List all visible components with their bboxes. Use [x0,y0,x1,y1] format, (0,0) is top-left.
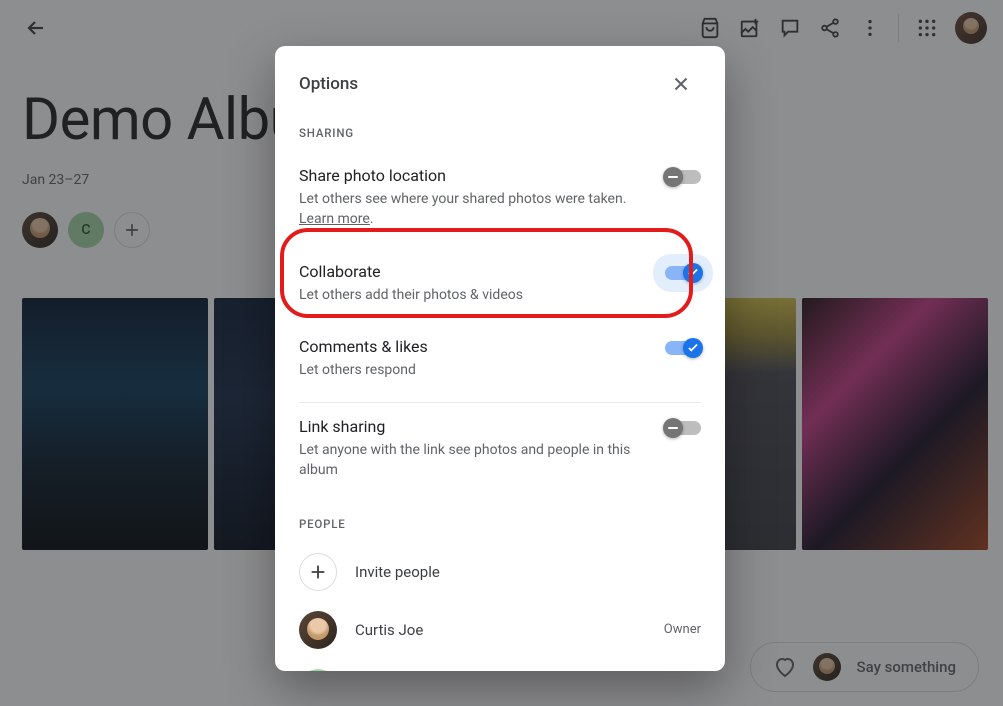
check-icon [686,341,700,355]
person-role: Owner [664,622,701,637]
option-title: Share photo location [299,166,649,185]
option-desc: Let anyone with the link see photos and … [299,440,649,481]
section-label-people: PEOPLE [299,517,701,531]
section-label-sharing: SHARING [299,126,701,140]
option-title: Collaborate [299,262,649,281]
option-desc: Let others add their photos & videos [299,285,649,305]
toggle-collaborate[interactable] [665,266,701,280]
dialog-body: SHARING Share photo location Let others … [275,108,725,671]
close-button[interactable] [661,64,701,104]
plus-icon [307,561,329,583]
option-desc: Let others respond [299,360,649,380]
person-row: C Placeholder Name [299,659,701,671]
person-avatar [299,611,337,649]
invite-people-label: Invite people [355,563,701,581]
option-desc: Let others see where your shared photos … [299,189,649,230]
toggle-share-location[interactable] [665,170,701,184]
invite-people-row[interactable]: Invite people [299,543,701,601]
learn-more-link[interactable]: Learn more [299,211,370,227]
invite-icon-circle [299,553,337,591]
dialog-header: Options [275,46,725,108]
person-row: Curtis Joe Owner [299,601,701,659]
option-collaborate: Collaborate Let others add their photos … [299,244,701,323]
option-share-location: Share photo location Let others see wher… [299,152,701,244]
toggle-link-sharing[interactable] [665,421,701,435]
options-dialog: Options SHARING Share photo location Let… [275,46,725,671]
option-comments: Comments & likes Let others respond [299,323,701,403]
person-avatar: C [299,669,337,671]
option-link-sharing: Link sharing Let anyone with the link se… [299,403,701,495]
option-title: Comments & likes [299,337,649,356]
toggle-comments[interactable] [665,341,701,355]
option-title: Link sharing [299,417,649,436]
close-icon [670,73,692,95]
option-desc-text: Let others see where your shared photos … [299,191,626,207]
check-icon [686,266,700,280]
person-name: Curtis Joe [355,621,646,639]
dialog-title: Options [299,74,358,94]
